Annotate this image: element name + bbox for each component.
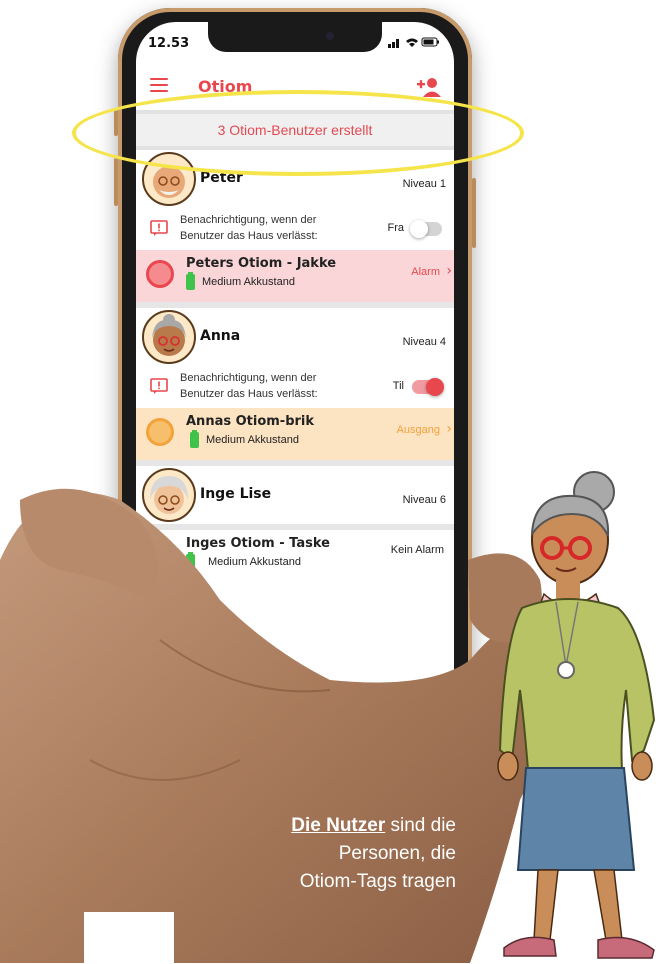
battery-text: Medium Akkustand: [208, 556, 301, 568]
home-indicator: [238, 700, 356, 704]
alert-message-icon: [150, 220, 168, 236]
status-bar: 12.53: [136, 22, 454, 62]
tag-state: Ausgang: [396, 424, 440, 436]
white-patch: [84, 912, 174, 964]
caption-line3: Otiom-Tags tragen: [299, 871, 456, 892]
tag-state: Kein Alarm: [390, 544, 444, 556]
avatar: [142, 310, 196, 364]
user-level: Niveau 4: [402, 336, 446, 348]
battery-icon: [190, 430, 199, 448]
tag-status-dot: [146, 260, 174, 288]
caption-line2: Personen, die: [338, 843, 456, 864]
chevron-right-icon: ›: [446, 421, 452, 437]
tag-name: Peters Otiom - Jakke: [186, 256, 337, 271]
tag-status-dot: [146, 418, 174, 446]
highlight-ellipse: [72, 90, 524, 176]
user-name: Anna: [200, 328, 241, 344]
leave-house-toggle[interactable]: [410, 220, 442, 238]
tag-name: Annas Otiom-brik: [186, 414, 315, 429]
add-user-icon[interactable]: [416, 76, 442, 98]
chevron-right-icon: ›: [446, 263, 452, 279]
scene: 12.53 Otiom 3 Otiom-Benutzer erstellt Pe…: [0, 0, 671, 964]
caption: Die Nutzer sind die Personen, die Otiom-…: [200, 812, 456, 896]
tag-row-peter[interactable]: Peters Otiom - Jakke Medium Akkustand Al…: [136, 250, 454, 302]
toggle-label: Fra: [387, 222, 405, 234]
toggle-label: Til: [392, 380, 404, 392]
battery-icon: [186, 272, 195, 290]
user-list: Peter Niveau 1 Benachrichtigung, wenn de…: [136, 150, 454, 588]
signal-wifi-battery-icon: [388, 36, 440, 51]
elderly-woman-illustration: [497, 471, 656, 959]
caption-rest: sind die: [385, 815, 456, 836]
menu-icon[interactable]: [150, 78, 168, 92]
notify-text: Benachrichtigung, wenn der Benutzer das …: [180, 214, 318, 242]
user-row-anna[interactable]: Anna Niveau 4: [136, 308, 454, 366]
battery-text: Medium Akkustand: [202, 276, 295, 288]
notify-text: Benachrichtigung, wenn der Benutzer das …: [180, 372, 318, 400]
leave-house-toggle[interactable]: [412, 378, 444, 396]
tag-state: Alarm: [411, 266, 440, 278]
notify-row-anna: Benachrichtigung, wenn der Benutzer das …: [136, 366, 454, 408]
battery-icon: [186, 552, 195, 570]
tag-name: Inges Otiom - Taske: [186, 536, 330, 551]
user-level: Niveau 6: [402, 494, 446, 506]
notify-row-peter: Benachrichtigung, wenn der Benutzer das …: [136, 208, 454, 250]
tag-status-dot: [146, 540, 174, 568]
user-row-inge-lise[interactable]: Inge Lise Niveau 6: [136, 466, 454, 524]
user-level: Niveau 1: [402, 178, 446, 190]
tag-row-anna[interactable]: Annas Otiom-brik Medium Akkustand Ausgan…: [136, 408, 454, 460]
battery-text: Medium Akkustand: [206, 434, 299, 446]
alert-message-icon: [150, 378, 168, 394]
tag-row-inge[interactable]: Inges Otiom - Taske Medium Akkustand Kei…: [136, 530, 454, 588]
status-time: 12.53: [148, 36, 190, 51]
avatar: [142, 468, 196, 522]
caption-strong: Die Nutzer: [291, 815, 386, 836]
user-name: Inge Lise: [200, 486, 272, 502]
